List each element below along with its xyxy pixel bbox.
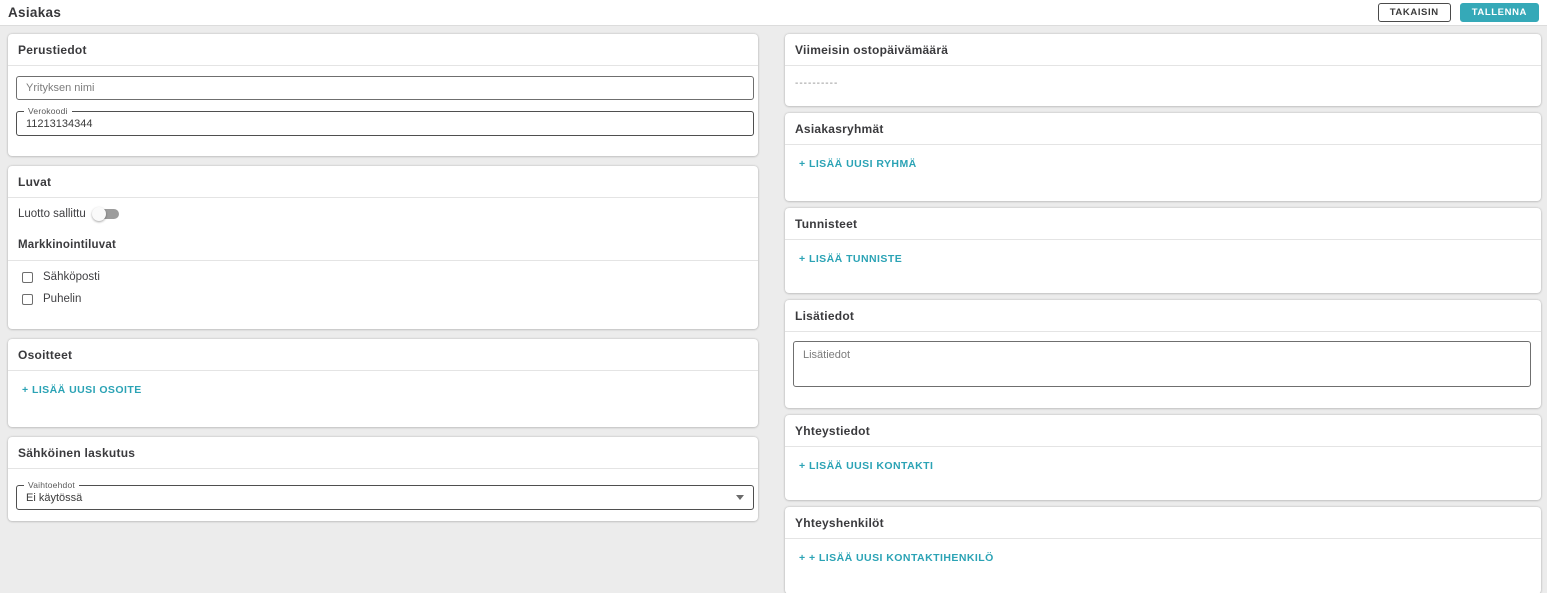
- checkbox-phone[interactable]: Puhelin: [16, 283, 750, 305]
- content: Perustiedot Verokoodi Luvat Luotto salli…: [0, 26, 1547, 593]
- add-tag-link[interactable]: + LISÄÄ TUNNISTE: [785, 240, 904, 278]
- card-viimeisin: Viimeisin ostopäivämäärä ----------: [785, 34, 1541, 106]
- last-purchase-date-value: ----------: [785, 66, 1541, 101]
- card-asiakasryhmat-body: + LISÄÄ UUSI RYHMÄ: [785, 145, 1541, 183]
- toggle-thumb-icon: [92, 207, 106, 221]
- card-yhteyshenkilot-body: + + LISÄÄ UUSI KONTAKTIHENKILÖ: [785, 539, 1541, 577]
- add-address-link[interactable]: + LISÄÄ UUSI OSOITE: [8, 371, 144, 409]
- tax-code-label: Verokoodi: [24, 106, 72, 116]
- card-osoitteet-title: Osoitteet: [8, 339, 758, 371]
- card-yhteystiedot-body: + LISÄÄ UUSI KONTAKTI: [785, 447, 1541, 485]
- card-laskutus-body: Vaihtoehdot Ei käytössä: [8, 469, 758, 520]
- tax-code-input[interactable]: [26, 118, 744, 130]
- checkbox-email[interactable]: Sähköposti: [16, 261, 750, 283]
- card-asiakasryhmat-title: Asiakasryhmät: [785, 113, 1541, 145]
- right-column: Viimeisin ostopäivämäärä ---------- Asia…: [785, 34, 1541, 593]
- card-lisatiedot-title: Lisätiedot: [785, 300, 1541, 332]
- card-viimeisin-title: Viimeisin ostopäivämäärä: [785, 34, 1541, 66]
- card-osoitteet: Osoitteet + LISÄÄ UUSI OSOITE: [8, 339, 758, 427]
- tax-code-field[interactable]: Verokoodi: [16, 111, 754, 136]
- marketing-permissions-label: Markkinointiluvat: [16, 220, 750, 260]
- add-contact-person-link[interactable]: + + LISÄÄ UUSI KONTAKTIHENKILÖ: [785, 539, 996, 577]
- card-lisatiedot: Lisätiedot: [785, 300, 1541, 408]
- card-yhteystiedot: Yhteystiedot + LISÄÄ UUSI KONTAKTI: [785, 415, 1541, 500]
- card-asiakasryhmat: Asiakasryhmät + LISÄÄ UUSI RYHMÄ: [785, 113, 1541, 201]
- invoicing-options-label: Vaihtoehdot: [24, 480, 79, 490]
- card-luvat: Luvat Luotto sallittu Markkinointiluvat …: [8, 166, 758, 329]
- add-group-link[interactable]: + LISÄÄ UUSI RYHMÄ: [785, 145, 919, 183]
- add-contact-link[interactable]: + LISÄÄ UUSI KONTAKTI: [785, 447, 935, 485]
- card-tunnisteet-title: Tunnisteet: [785, 208, 1541, 240]
- save-button[interactable]: TALLENNA: [1460, 3, 1539, 22]
- invoicing-options-value: Ei käytössä: [26, 492, 736, 504]
- card-luvat-body: Luotto sallittu Markkinointiluvat Sähköp…: [8, 198, 758, 315]
- card-yhteystiedot-title: Yhteystiedot: [785, 415, 1541, 447]
- checkbox-icon[interactable]: [22, 294, 33, 305]
- card-perustiedot: Perustiedot Verokoodi: [8, 34, 758, 156]
- checkbox-email-label: Sähköposti: [43, 271, 100, 283]
- checkbox-phone-label: Puhelin: [43, 293, 81, 305]
- card-yhteyshenkilot-title: Yhteyshenkilöt: [785, 507, 1541, 539]
- card-perustiedot-title: Perustiedot: [8, 34, 758, 66]
- card-lisatiedot-body: [785, 332, 1541, 396]
- top-bar: Asiakas TAKAISIN TALLENNA: [0, 0, 1547, 26]
- credit-toggle-switch[interactable]: [98, 209, 119, 219]
- card-osoitteet-body: + LISÄÄ UUSI OSOITE: [8, 371, 758, 409]
- chevron-down-icon: [736, 495, 744, 500]
- page-title: Asiakas: [8, 5, 61, 20]
- back-button[interactable]: TAKAISIN: [1378, 3, 1451, 22]
- card-laskutus-title: Sähköinen laskutus: [8, 437, 758, 469]
- invoicing-options-select[interactable]: Vaihtoehdot Ei käytössä: [16, 485, 754, 510]
- card-tunnisteet-body: + LISÄÄ TUNNISTE: [785, 240, 1541, 278]
- credit-toggle-label: Luotto sallittu: [18, 208, 86, 220]
- left-column: Perustiedot Verokoodi Luvat Luotto salli…: [8, 34, 758, 593]
- card-perustiedot-body: Verokoodi: [8, 66, 758, 146]
- card-laskutus: Sähköinen laskutus Vaihtoehdot Ei käytös…: [8, 437, 758, 521]
- checkbox-icon[interactable]: [22, 272, 33, 283]
- notes-textarea[interactable]: [793, 341, 1531, 387]
- card-yhteyshenkilot: Yhteyshenkilöt + + LISÄÄ UUSI KONTAKTIHE…: [785, 507, 1541, 593]
- card-luvat-title: Luvat: [8, 166, 758, 198]
- company-name-input[interactable]: [16, 76, 754, 100]
- card-tunnisteet: Tunnisteet + LISÄÄ TUNNISTE: [785, 208, 1541, 293]
- credit-toggle-row: Luotto sallittu: [16, 200, 750, 220]
- topbar-actions: TAKAISIN TALLENNA: [1378, 3, 1539, 22]
